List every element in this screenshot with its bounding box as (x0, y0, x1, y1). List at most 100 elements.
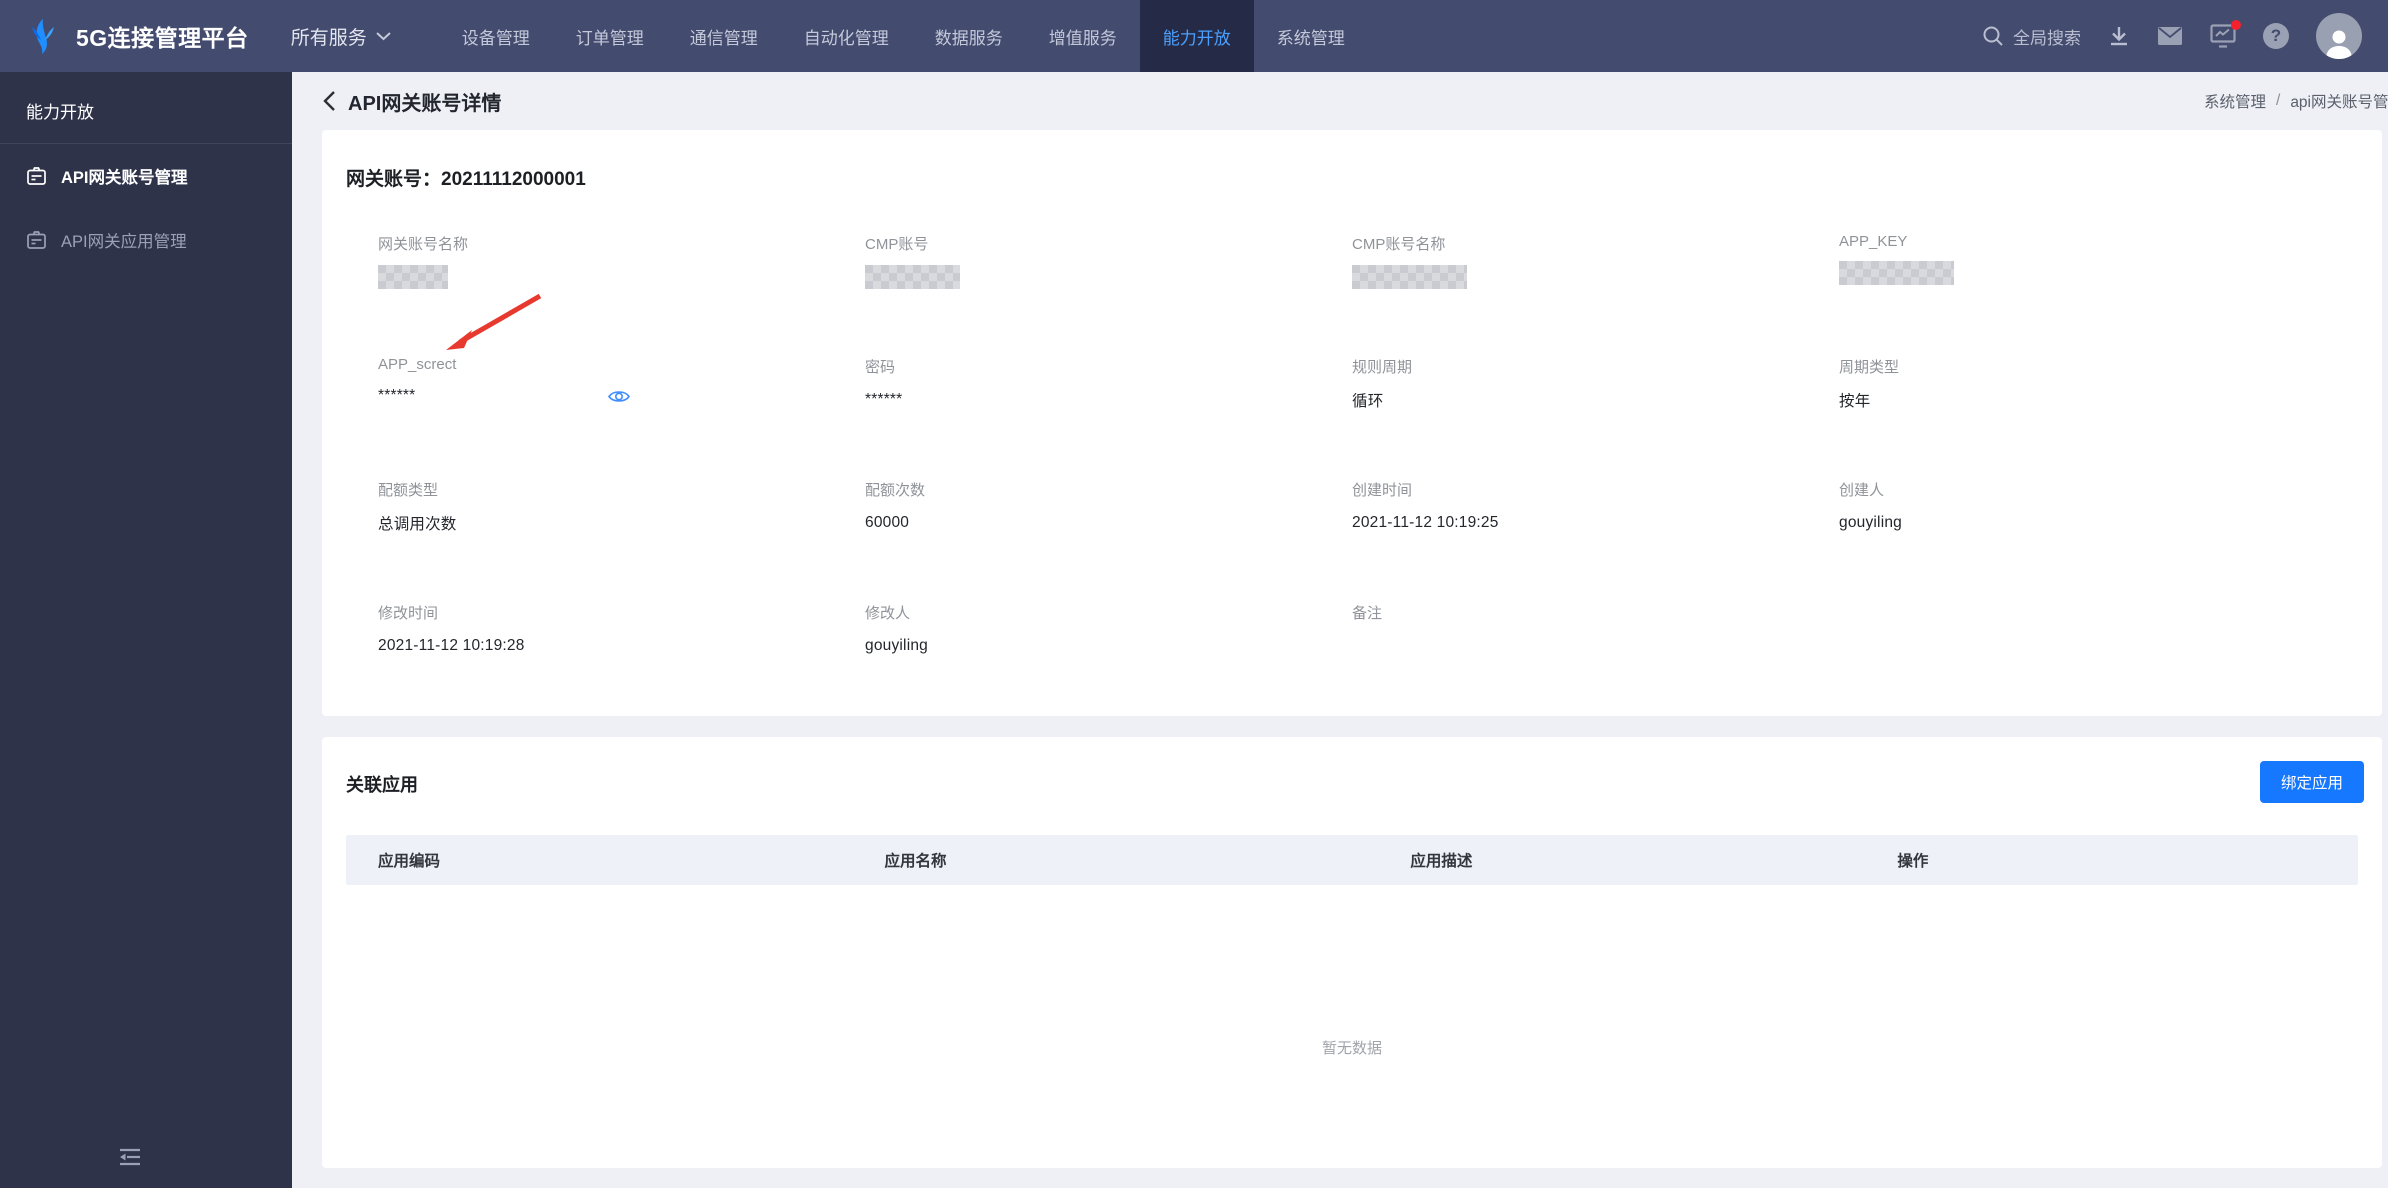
app-root: 5G连接管理平台 所有服务 设备管理 订单管理 通信管理 自动化管理 数据服务 … (0, 0, 2388, 1188)
main-content: API网关账号详情 系统管理 / api网关账号管理 网关账号：20211112… (292, 72, 2388, 1188)
table-column-header: 应用编码 (378, 853, 441, 870)
detail-field: 备注 (1352, 602, 1839, 725)
field-value: ****** (865, 391, 903, 408)
all-services-menu[interactable]: 所有服务 (291, 0, 391, 72)
nav-menu-item-label: 订单管理 (575, 28, 644, 48)
search-icon (1982, 25, 2004, 47)
redacted-value-block (1839, 261, 1954, 285)
clipboard-icon (26, 166, 47, 187)
monitor-icon[interactable] (2210, 20, 2241, 48)
nav-menu-item[interactable]: 能力开放 (1139, 0, 1254, 72)
brand: 5G连接管理平台 (22, 15, 249, 57)
detail-field: 周期类型 按年 (1839, 356, 2326, 479)
related-apps-table-header: 应用编码 应用名称 应用描述 操作 (346, 835, 2358, 885)
sidebar-item[interactable]: API网关应用管理 (0, 208, 292, 272)
field-value: 2021-11-12 10:19:28 (378, 637, 525, 654)
table-column-header: 应用描述 (1410, 853, 1473, 870)
all-services-label: 所有服务 (290, 27, 367, 49)
field-label: CMP账号名称 (1352, 236, 1446, 253)
breadcrumb-item-current[interactable]: api网关账号管理 (2290, 90, 2388, 112)
related-apps-card: 关联应用 绑定应用 应用编码 应用名称 应用描述 操作 暂无数据 (322, 737, 2382, 1168)
detail-field: 配额类型 总调用次数 (378, 479, 865, 602)
redacted-value-block (1352, 265, 1467, 289)
detail-field: 修改时间 2021-11-12 10:19:28 (378, 602, 865, 725)
detail-field: APP_screct ****** (378, 293, 865, 479)
field-label: APP_KEY (1839, 233, 1908, 250)
chevron-down-icon (376, 31, 391, 41)
field-label: 周期类型 (1839, 359, 1900, 376)
nav-menu-item-label: 增值服务 (1048, 28, 1117, 48)
related-apps-title: 关联应用 (346, 775, 418, 795)
nav-menu-item-label: 能力开放 (1162, 28, 1231, 48)
detail-field: 创建时间 2021-11-12 10:19:25 (1352, 479, 1839, 602)
page-header: API网关账号详情 系统管理 / api网关账号管理 (292, 72, 2388, 130)
detail-fields-grid: 网关账号名称 CMP账号 CMP账号名称 APP_KEY APP_screct … (378, 233, 2326, 725)
field-value: 循环 (1352, 393, 1384, 410)
breadcrumb-separator: / (2276, 92, 2281, 109)
field-label: 配额类型 (378, 482, 439, 499)
nav-menu-item-label: 设备管理 (461, 28, 530, 48)
notification-badge-dot (2231, 20, 2241, 30)
nav-menu-item-label: 通信管理 (689, 28, 758, 48)
field-label: CMP账号 (865, 236, 929, 253)
brand-title: 5G连接管理平台 (76, 25, 249, 51)
field-value: 2021-11-12 10:19:25 (1352, 514, 1499, 531)
sidebar-title: 能力开放 (26, 103, 94, 122)
page-title: API网关账号详情 (348, 92, 502, 115)
nav-menu-item[interactable]: 设备管理 (439, 0, 553, 72)
sidebar: 能力开放 API网关账号管理 API网关应用管理 (0, 72, 292, 1188)
gateway-account-detail-card: 网关账号：20211112000001 网关账号名称 CMP账号 CMP账号名称… (322, 130, 2382, 716)
download-icon[interactable] (2108, 25, 2130, 47)
mail-icon[interactable] (2157, 26, 2183, 46)
field-value: gouyiling (865, 637, 928, 654)
field-label: 修改时间 (378, 605, 439, 622)
brand-logo-icon (22, 15, 64, 57)
user-avatar[interactable] (2316, 13, 2362, 59)
nav-menu-item[interactable]: 数据服务 (912, 0, 1026, 72)
back-icon[interactable] (322, 90, 336, 112)
nav-menu-item[interactable]: 自动化管理 (781, 0, 912, 72)
sidebar-item[interactable]: API网关账号管理 (0, 144, 292, 208)
clipboard-icon (26, 230, 47, 251)
breadcrumb-item[interactable]: 系统管理 (2204, 90, 2266, 112)
field-label: 备注 (1352, 605, 1383, 622)
nav-menu-item-label: 数据服务 (934, 28, 1003, 48)
field-label: 创建时间 (1352, 482, 1413, 499)
field-value: ****** (378, 387, 416, 404)
nav-menu-item-label: 系统管理 (1276, 28, 1345, 48)
nav-menu: 设备管理 订单管理 通信管理 自动化管理 数据服务 增值服务 能力开放 系统管理 (439, 0, 1368, 72)
top-navbar: 5G连接管理平台 所有服务 设备管理 订单管理 通信管理 自动化管理 数据服务 … (0, 0, 2388, 72)
redacted-value-block (378, 265, 448, 289)
nav-menu-item[interactable]: 订单管理 (553, 0, 667, 72)
field-value: 60000 (865, 514, 910, 531)
sidebar-menu: API网关账号管理 API网关应用管理 (0, 144, 292, 272)
global-search-label: 全局搜索 (2013, 28, 2081, 48)
field-value: 总调用次数 (378, 516, 457, 533)
detail-field: 修改人 gouyiling (865, 602, 1352, 725)
navbar-right: 全局搜索 ? (1982, 13, 2362, 59)
field-value: gouyiling (1839, 514, 1902, 531)
detail-field: 规则周期 循环 (1352, 356, 1839, 479)
detail-field: CMP账号名称 (1352, 233, 1839, 356)
nav-menu-item[interactable]: 系统管理 (1254, 0, 1368, 72)
field-label: APP_screct (378, 356, 457, 373)
detail-field: CMP账号 (865, 233, 1352, 356)
bind-app-button[interactable]: 绑定应用 (2259, 761, 2364, 803)
menu-fold-icon[interactable] (118, 1147, 142, 1172)
detail-field: 配额次数 60000 (865, 479, 1352, 602)
detail-field: 创建人 gouyiling (1839, 479, 2326, 602)
gateway-account-title: 网关账号：20211112000001 (346, 169, 586, 190)
breadcrumb: 系统管理 / api网关账号管理 (2204, 72, 2388, 130)
nav-menu-item-label: 自动化管理 (803, 28, 889, 48)
eye-icon[interactable] (607, 388, 631, 405)
detail-field: 网关账号名称 (378, 233, 865, 356)
field-label: 配额次数 (865, 482, 926, 499)
field-label: 修改人 (865, 605, 911, 622)
sidebar-item-label: API网关应用管理 (61, 233, 187, 251)
sidebar-item-label: API网关账号管理 (61, 169, 188, 187)
nav-menu-item[interactable]: 增值服务 (1026, 0, 1140, 72)
global-search[interactable]: 全局搜索 (1982, 24, 2081, 49)
field-label: 规则周期 (1352, 359, 1413, 376)
nav-menu-item[interactable]: 通信管理 (667, 0, 781, 72)
help-icon[interactable]: ? (2263, 23, 2289, 49)
